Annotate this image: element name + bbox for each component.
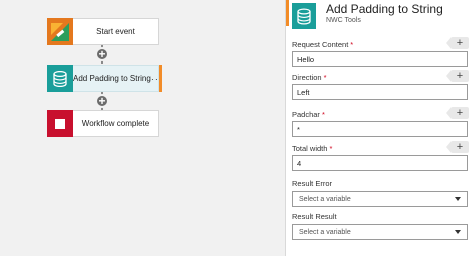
- node-label: Workflow complete: [81, 119, 150, 128]
- database-icon: [47, 65, 73, 92]
- plus-icon: +: [456, 70, 464, 82]
- field-label: Direction: [292, 73, 322, 82]
- database-icon: [292, 3, 316, 29]
- field-label: Request Content: [292, 40, 349, 49]
- plus-icon: +: [98, 94, 106, 108]
- required-marker: *: [329, 144, 333, 153]
- insert-variable-button[interactable]: +: [446, 37, 469, 49]
- field-label: Result Result: [292, 212, 337, 221]
- start-event-icon: [47, 18, 73, 45]
- node-label: Add Padding to String: [73, 74, 151, 83]
- field-padchar: Padchar * + *: [292, 107, 469, 137]
- add-step-button[interactable]: +: [95, 47, 109, 61]
- insert-variable-button[interactable]: +: [446, 107, 469, 119]
- panel-header: Add Padding to String NWC Tools: [286, 0, 474, 36]
- selection-accent: [286, 0, 289, 26]
- plus-icon: +: [456, 37, 464, 49]
- more-options-button[interactable]: ···: [151, 74, 167, 84]
- required-marker: *: [323, 73, 327, 82]
- required-marker: *: [321, 110, 325, 119]
- add-step-button[interactable]: +: [95, 94, 109, 108]
- node-add-padding-to-string[interactable]: Add Padding to String ···: [47, 65, 162, 92]
- panel-title: Add Padding to String: [326, 2, 443, 16]
- required-marker: *: [350, 40, 354, 49]
- plus-icon: +: [456, 107, 464, 119]
- field-direction: Direction * + Left: [292, 70, 469, 100]
- field-result-error: Result Error Select a variable: [292, 179, 468, 207]
- field-label: Padchar: [292, 110, 320, 119]
- insert-variable-button[interactable]: +: [446, 141, 469, 153]
- chevron-down-icon: [455, 197, 461, 201]
- field-request-content: Request Content * + Hello: [292, 37, 469, 67]
- select-placeholder: Select a variable: [299, 228, 351, 236]
- plus-icon: +: [456, 141, 464, 153]
- padchar-input[interactable]: *: [292, 121, 468, 137]
- field-result-result: Result Result Select a variable: [292, 212, 468, 240]
- panel-subtitle: NWC Tools: [326, 17, 361, 24]
- field-total-width: Total width * + 4: [292, 141, 469, 171]
- field-label: Total width: [292, 144, 328, 153]
- properties-panel: Add Padding to String NWC Tools Request …: [285, 0, 474, 256]
- chevron-down-icon: [455, 230, 461, 234]
- insert-variable-button[interactable]: +: [446, 70, 469, 82]
- node-start-event[interactable]: Start event: [47, 18, 159, 45]
- select-placeholder: Select a variable: [299, 195, 351, 203]
- plus-icon: +: [98, 47, 106, 61]
- field-label: Result Error: [292, 179, 333, 188]
- node-label: Start event: [96, 27, 135, 36]
- workflow-canvas[interactable]: + + Start event Add Padding to String ··…: [0, 0, 285, 256]
- result-error-select[interactable]: Select a variable: [292, 191, 468, 207]
- node-workflow-complete[interactable]: Workflow complete: [47, 110, 159, 137]
- request-content-input[interactable]: Hello: [292, 51, 468, 67]
- direction-input[interactable]: Left: [292, 84, 468, 100]
- total-width-input[interactable]: 4: [292, 155, 468, 171]
- stop-icon: [47, 110, 73, 137]
- result-result-select[interactable]: Select a variable: [292, 224, 468, 240]
